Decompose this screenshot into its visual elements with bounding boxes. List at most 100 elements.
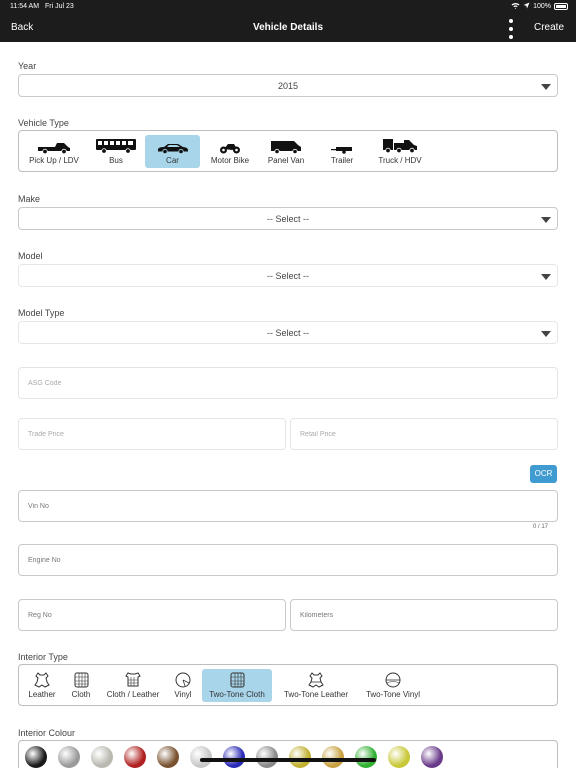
colour-swatch[interactable] [58,746,80,768]
more-options-icon[interactable] [507,19,515,39]
chevron-down-icon [541,217,551,223]
vehicle-type-picker: Pick Up / LDV Bus Car Motor Bike Panel V… [18,130,558,172]
colour-swatch[interactable] [91,746,113,768]
two-tone-cloth-icon [230,672,244,688]
interior-option-vinyl[interactable]: Vinyl [169,669,197,702]
interior-option-label: Two-Tone Vinyl [365,690,421,699]
bus-icon [96,139,136,154]
reg-no-field[interactable] [18,599,286,631]
car-icon [157,144,188,154]
interior-option-leather[interactable]: Leather [23,669,61,702]
motorbike-icon [220,144,240,154]
panel-van-icon [271,141,301,154]
year-label: Year [18,61,37,71]
model-type-value: -- Select -- [266,328,309,338]
chevron-down-icon [541,331,551,337]
colour-swatch[interactable] [388,746,410,768]
model-label: Model [18,251,43,261]
engine-no-input[interactable] [19,545,557,575]
interior-option-label: Vinyl [174,690,192,699]
vehicle-option-panel-van[interactable]: Panel Van [259,135,313,168]
reg-no-input[interactable] [19,600,285,630]
interior-option-two-tone-cloth[interactable]: Two-Tone Cloth [202,669,272,702]
vehicle-option-truck[interactable]: Truck / HDV [371,135,429,168]
two-tone-vinyl-icon [385,672,401,688]
vehicle-option-trailer[interactable]: Trailer [320,135,364,168]
colour-swatch[interactable] [256,746,278,768]
vin-char-counter: 0 / 17 [532,524,548,530]
vehicle-option-label: Trailer [330,156,354,165]
retail-price-field[interactable] [290,418,558,450]
status-bar: 11:54 AM Fri Jul 23 100% [0,0,576,14]
model-type-select[interactable]: -- Select -- [18,321,558,344]
colour-swatch[interactable] [25,746,47,768]
trailer-icon [331,147,352,154]
colour-swatch[interactable] [355,746,377,768]
interior-type-label: Interior Type [18,652,68,662]
chevron-down-icon [541,84,551,90]
make-label: Make [18,194,41,204]
model-value: -- Select -- [266,271,309,281]
asg-code-field[interactable] [18,367,558,399]
colour-swatch[interactable] [322,746,344,768]
interior-option-label: Leather [28,690,56,699]
cloth-icon [74,672,88,688]
location-icon [523,2,530,11]
colour-swatch[interactable] [289,746,311,768]
interior-option-label: Two-Tone Leather [283,690,349,699]
retail-price-input[interactable] [291,419,557,449]
leather-icon [34,672,50,688]
asg-code-input[interactable] [19,368,557,398]
cloth-leather-icon [125,672,141,687]
interior-colour-label: Interior Colour [18,728,76,738]
interior-option-label: Cloth / Leather [106,690,160,699]
vehicle-option-label: Truck / HDV [378,156,422,165]
model-type-label: Model Type [18,308,65,318]
vehicle-option-label: Motor Bike [210,156,250,165]
page-title: Vehicle Details [252,22,324,33]
status-date: Fri Jul 23 [45,3,74,10]
year-value: 2015 [277,81,299,91]
vehicle-option-bus[interactable]: Bus [90,135,142,168]
vehicle-option-label: Car [166,156,179,165]
interior-option-label: Two-Tone Cloth [209,690,265,699]
interior-option-two-tone-leather[interactable]: Two-Tone Leather [278,669,354,702]
kilometers-field[interactable] [290,599,558,631]
battery-percent: 100% [533,3,551,10]
interior-option-cloth-leather[interactable]: Cloth / Leather [102,669,164,702]
vehicle-option-pickup[interactable]: Pick Up / LDV [26,135,82,168]
colour-swatch[interactable] [223,746,245,768]
create-button[interactable]: Create [534,22,564,33]
pickup-icon [38,143,70,154]
vehicle-type-label: Vehicle Type [18,118,69,128]
colour-swatch[interactable] [124,746,146,768]
home-indicator[interactable] [200,758,376,762]
status-time: 11:54 AM [10,3,40,10]
ocr-button[interactable]: OCR [530,465,557,483]
interior-option-label: Cloth [71,690,91,699]
colour-swatch[interactable] [421,746,443,768]
nav-bar: Back Vehicle Details Create [0,14,576,42]
interior-option-cloth[interactable]: Cloth [65,669,97,702]
chevron-down-icon [541,274,551,280]
interior-type-picker: Leather Cloth Cloth / Leather Vinyl Two-… [18,664,558,706]
wifi-icon [511,2,520,11]
make-select[interactable]: -- Select -- [18,207,558,230]
vehicle-option-motorbike[interactable]: Motor Bike [205,135,255,168]
vin-no-field[interactable] [18,490,558,522]
trade-price-input[interactable] [19,419,285,449]
truck-icon [383,139,417,154]
engine-no-field[interactable] [18,544,558,576]
status-right: 100% [511,2,568,11]
colour-swatch[interactable] [157,746,179,768]
vehicle-option-car[interactable]: Car [145,135,200,168]
year-select[interactable]: 2015 [18,74,558,97]
interior-option-two-tone-vinyl[interactable]: Two-Tone Vinyl [360,669,426,702]
model-select[interactable]: -- Select -- [18,264,558,287]
vehicle-option-label: Pick Up / LDV [29,156,79,165]
trade-price-field[interactable] [18,418,286,450]
vin-no-input[interactable] [19,491,557,521]
kilometers-input[interactable] [291,600,557,630]
vehicle-option-label: Bus [109,156,123,165]
colour-swatch[interactable] [190,746,212,768]
